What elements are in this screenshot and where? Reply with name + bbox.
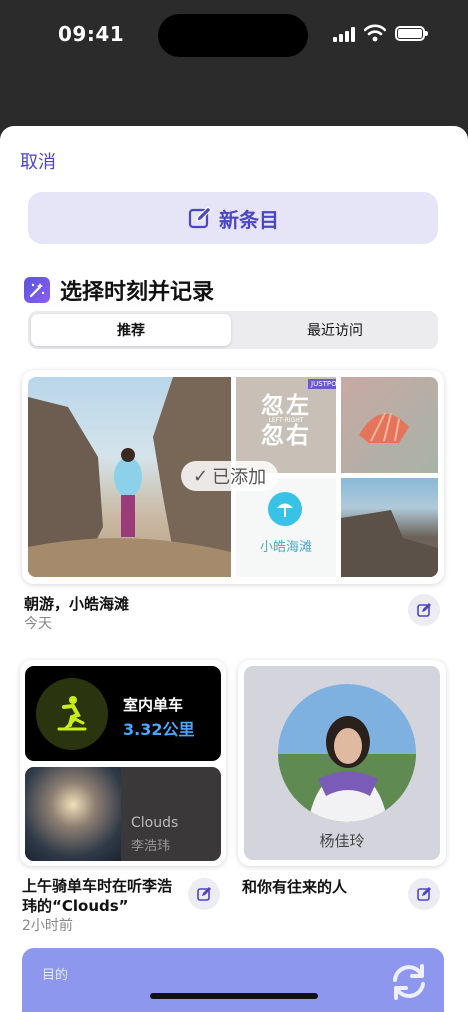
- album-art: [25, 767, 121, 861]
- new-entry-sheet: 取消 新条目 选择时刻并记录 推荐 最近访问 JUSTPO 忽左忽右 LEFT·…: [0, 126, 468, 1012]
- person-photo: [278, 684, 416, 822]
- moment-date: 今天: [24, 616, 52, 632]
- shell-photo: [341, 377, 438, 473]
- new-entry-label: 新条目: [219, 207, 279, 232]
- refresh-icon[interactable]: [386, 958, 432, 1004]
- rocks-photo: [341, 478, 438, 577]
- sign-tag: JUSTPOLL: [308, 379, 336, 389]
- workout-name: 室内单车: [123, 696, 184, 714]
- artist-name: 李浩玮: [131, 839, 171, 854]
- cellular-signal-icon: [333, 27, 357, 42]
- location-tile: 小皓海滩: [236, 478, 336, 577]
- workout-distance: 3.32公里: [123, 720, 195, 739]
- moment-title: 上午骑单车时在听李浩玮的“Clouds”: [22, 877, 173, 915]
- battery-icon: [395, 26, 428, 41]
- moment-date: 2小时前: [22, 918, 73, 934]
- person-name: 杨佳玲: [319, 832, 365, 850]
- cycling-icon: [36, 678, 108, 750]
- goal-label: 目的: [42, 968, 69, 983]
- section-header: 选择时刻并记录: [24, 274, 214, 306]
- section-title: 选择时刻并记录: [60, 280, 215, 305]
- checkmark-icon: ✓: [193, 465, 209, 487]
- workout-tile: 室内单车 3.32公里: [25, 666, 221, 761]
- dynamic-island: [158, 14, 308, 57]
- edit-icon: [197, 887, 211, 901]
- edit-button[interactable]: [188, 878, 220, 910]
- edit-button[interactable]: [408, 878, 440, 910]
- location-label: 小皓海滩: [259, 540, 312, 555]
- compose-icon: [188, 206, 212, 229]
- edit-button[interactable]: [408, 594, 440, 626]
- moment-card-people[interactable]: 杨佳玲: [238, 660, 446, 866]
- added-badge: ✓ 已添加: [181, 461, 279, 491]
- cancel-button[interactable]: 取消: [20, 148, 56, 174]
- home-indicator: [150, 993, 318, 999]
- moment-title: 和你有往来的人: [242, 878, 348, 896]
- tab-recommended[interactable]: 推荐: [31, 314, 231, 346]
- sign-sub: LEFT·RIGHT: [268, 417, 304, 424]
- wifi-icon: [364, 24, 386, 42]
- status-bar: 09:41: [0, 0, 468, 72]
- segmented-control: 推荐 最近访问: [28, 311, 438, 349]
- new-entry-button[interactable]: 新条目: [28, 192, 438, 244]
- beach-umbrella-icon: [268, 492, 302, 526]
- moment-card-workout[interactable]: 室内单车 3.32公里 Clouds 李浩玮: [20, 660, 226, 866]
- person-tile: 杨佳玲: [244, 666, 440, 860]
- status-time: 09:41: [58, 22, 125, 46]
- tab-recently-visited[interactable]: 最近访问: [235, 314, 435, 346]
- magic-wand-icon: [24, 277, 50, 303]
- moment-title: 朝游，小皓海滩: [24, 595, 130, 613]
- moment-card-beach[interactable]: JUSTPOLL 忽左忽右 LEFT·RIGHT 小皓海滩 ✓ 已添加: [22, 370, 444, 584]
- edit-icon: [417, 887, 431, 901]
- sign-photo: JUSTPOLL 忽左忽右 LEFT·RIGHT: [236, 377, 336, 473]
- edit-icon: [417, 603, 431, 617]
- goal-card[interactable]: 目的: [22, 948, 444, 1012]
- music-tile: Clouds 李浩玮: [25, 767, 221, 861]
- song-title: Clouds: [131, 815, 179, 831]
- added-label: 已添加: [212, 467, 267, 488]
